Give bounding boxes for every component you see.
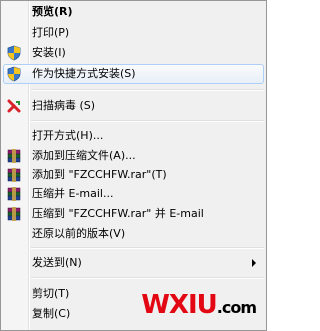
uac-shield-icon (6, 66, 22, 82)
context-menu: 预览(R) 打印(P) 安装(I) 作为快捷方式安装(S) 扫描病毒 (S) 打… (0, 0, 267, 331)
separator (31, 120, 264, 122)
menu-item-label: 预览(R) (32, 5, 73, 18)
menu-item-preview[interactable]: 预览(R) (3, 2, 264, 22)
winrar-books-icon (6, 206, 22, 222)
menu-item-label: 扫描病毒 (S) (32, 99, 96, 112)
uac-shield-icon (6, 45, 22, 61)
menu-item-compress-to-named-email[interactable]: 压缩到 "FZCCHFW.rar" 并 E-mail (3, 204, 264, 224)
menu-item-install[interactable]: 安装(I) (3, 43, 264, 63)
antivirus-icon (6, 98, 22, 114)
menu-item-scan-virus[interactable]: 扫描病毒 (S) (3, 96, 264, 116)
watermark-suffix: .com (216, 298, 257, 317)
menu-item-label: 作为快捷方式安装(S) (32, 67, 136, 80)
menu-item-print[interactable]: 打印(P) (3, 23, 264, 43)
menu-item-install-as-shortcut[interactable]: 作为快捷方式安装(S) (3, 64, 264, 84)
menu-item-label: 剪切(T) (32, 287, 70, 300)
menu-item-compress-email[interactable]: 压缩并 E-mail... (3, 184, 264, 204)
separator (31, 277, 264, 279)
menu-item-label: 添加到压缩文件(A)... (32, 149, 136, 162)
submenu-arrow-icon (252, 259, 256, 267)
menu-item-send-to[interactable]: 发送到(N) (3, 253, 264, 273)
menu-item-label: 发送到(N) (32, 256, 82, 269)
winrar-books-icon (6, 186, 22, 202)
watermark-logo: WXIU.com (141, 290, 257, 320)
menu-item-restore-previous[interactable]: 还原以前的版本(V) (3, 224, 264, 244)
menu-item-add-to-archive[interactable]: 添加到压缩文件(A)... (3, 146, 264, 166)
menu-item-label: 打印(P) (32, 26, 70, 39)
menu-item-label: 压缩并 E-mail... (32, 187, 114, 200)
menu-item-label: 安装(I) (32, 46, 66, 59)
winrar-books-icon (6, 167, 22, 183)
menu-item-label: 添加到 "FZCCHFW.rar"(T) (32, 168, 167, 181)
menu-item-label: 压缩到 "FZCCHFW.rar" 并 E-mail (32, 207, 204, 220)
watermark-main: WXIU (141, 290, 218, 320)
menu-item-open-with[interactable]: 打开方式(H)... (3, 126, 264, 146)
separator (31, 247, 264, 249)
menu-item-label: 还原以前的版本(V) (32, 227, 126, 240)
separator (31, 89, 264, 91)
menu-item-label: 复制(C) (32, 307, 71, 320)
winrar-books-icon (6, 148, 22, 164)
menu-item-add-to-named-archive[interactable]: 添加到 "FZCCHFW.rar"(T) (3, 165, 264, 185)
menu-item-label: 打开方式(H)... (32, 129, 104, 142)
